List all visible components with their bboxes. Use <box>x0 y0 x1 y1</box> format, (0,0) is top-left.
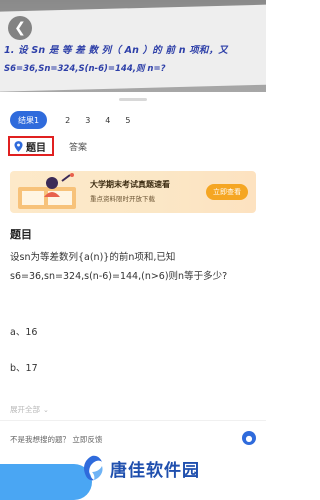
question-text: 设sn为等差数列{a(n)}的前n项和,已知s6=36,sn=324,s(n-6… <box>10 252 228 282</box>
divider <box>0 420 266 421</box>
captured-photo: 1. 设 Sn 是 等 差 数 列（ An ）的 前 n 项和，又 S6=36,… <box>0 0 266 92</box>
watermark-logo-icon <box>84 455 103 481</box>
ad-banner[interactable]: 大学期末考试真题速看 重点资料限时开放下载 立即查看 <box>10 171 256 213</box>
feedback-question: 不是我想搜的题？ <box>10 435 70 444</box>
feedback-row: 不是我想搜的题？ 立即反馈 <box>10 434 102 445</box>
option-b: b、17 <box>10 363 38 374</box>
tab-question[interactable]: 题目 <box>8 136 54 156</box>
result-tab-4[interactable]: 4 <box>105 111 110 129</box>
result-tab-1[interactable]: 结果1 <box>10 111 48 129</box>
section-title: 题目 <box>10 228 32 241</box>
sub-tabs: 题目 答案 <box>8 136 87 156</box>
student-illustration-icon <box>18 173 76 209</box>
photo-text-line-1: 1. 设 Sn 是 等 差 数 列（ An ）的 前 n 项和，又 <box>4 45 228 56</box>
watermark-text: 唐佳软件园 <box>110 460 200 481</box>
drag-handle[interactable] <box>119 98 147 101</box>
banner-subtitle: 重点资料限时开放下载 <box>90 195 155 203</box>
expand-all-label: 展开全部 <box>10 405 40 414</box>
result-tabs: 结果1 2 3 4 5 <box>10 111 145 129</box>
tab-question-label: 题目 <box>26 142 46 154</box>
banner-title: 大学期末考试真题速看 <box>90 180 170 189</box>
view-now-button[interactable]: 立即查看 <box>206 184 248 200</box>
watermark: 唐佳软件园 <box>78 454 200 482</box>
tab-answer[interactable]: 答案 <box>69 140 87 153</box>
chevron-down-icon: ⌄ <box>43 405 49 414</box>
result-tab-3[interactable]: 3 <box>85 111 90 129</box>
location-pin-icon <box>14 140 23 152</box>
chevron-left-icon: ❮ <box>14 20 26 36</box>
result-tab-2[interactable]: 2 <box>65 111 70 129</box>
result-tab-5[interactable]: 5 <box>125 111 130 129</box>
photo-text-line-2: S6=36,Sn=324,S(n-6)=144,则 n=? <box>4 64 166 74</box>
feedback-icon[interactable]: ● <box>242 431 256 445</box>
option-a: a、16 <box>10 327 38 338</box>
feedback-link[interactable]: 立即反馈 <box>72 435 102 444</box>
expand-all-button[interactable]: 展开全部 ⌄ <box>10 404 49 415</box>
back-button[interactable]: ❮ <box>8 16 32 40</box>
result-sheet: 结果1 2 3 4 5 题目 答案 大学期末考试真题速看 重点资料限时开放下载 … <box>0 92 266 500</box>
